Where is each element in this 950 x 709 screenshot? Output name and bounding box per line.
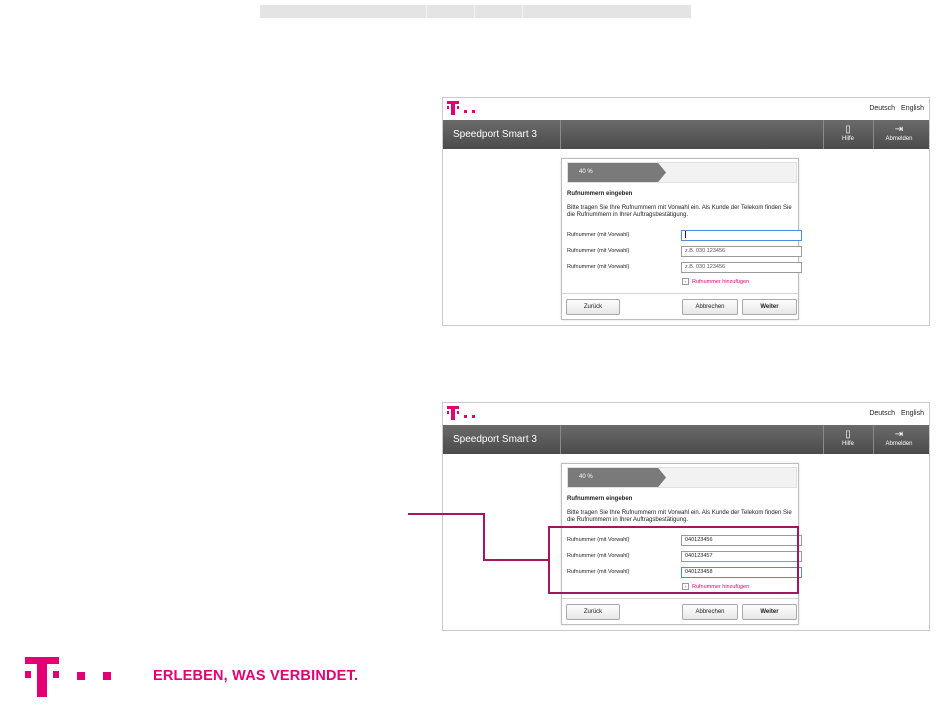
- highlight-box: [548, 526, 799, 594]
- dialog-title: Rufnummern eingeben: [567, 191, 633, 197]
- progress-bar: 40 %: [567, 467, 797, 488]
- logout-label: Abmelden: [885, 441, 913, 447]
- callout-line: [408, 513, 485, 515]
- phone-row: Rufnummer (mit Vorwahl) z.B. 030 123456: [567, 262, 802, 273]
- app-title: Speedport Smart 3: [453, 434, 537, 445]
- phone-input-3[interactable]: z.B. 030 123456: [681, 262, 802, 273]
- add-phone-number-link[interactable]: + Rufnummer hinzufügen: [682, 278, 749, 285]
- callout-line: [483, 559, 549, 561]
- progress-label: 40 %: [579, 169, 593, 175]
- telekom-brand-logo: [25, 657, 111, 697]
- progress-bar: 40 %: [567, 162, 797, 183]
- phone-input-1[interactable]: [681, 230, 802, 241]
- dialog-title: Rufnummern eingeben: [567, 496, 633, 502]
- next-button[interactable]: Weiter: [742, 299, 797, 315]
- logout-button[interactable]: ⇥ Abmelden: [875, 124, 923, 142]
- logout-button[interactable]: ⇥ Abmelden: [875, 429, 923, 447]
- plus-icon: +: [682, 278, 689, 285]
- language-switch: Deutsch English: [863, 105, 924, 112]
- phone-number-dialog: 40 % Rufnummern eingeben Bitte tragen Si…: [561, 158, 802, 320]
- add-link-label: Rufnummer hinzufügen: [692, 278, 750, 285]
- phone-row: Rufnummer (mit Vorwahl) z.B. 030 123456: [567, 246, 802, 257]
- lang-deutsch-link[interactable]: Deutsch: [869, 105, 895, 112]
- help-button[interactable]: ▯ Hilfe: [824, 429, 872, 447]
- lang-english-link[interactable]: English: [901, 410, 924, 417]
- title-bar: Speedport Smart 3 ▯ Hilfe ⇥ Abmelden: [443, 425, 929, 454]
- phone-label: Rufnummer (mit Vorwahl): [567, 264, 630, 270]
- next-button[interactable]: Weiter: [742, 604, 797, 620]
- back-button[interactable]: Zurück: [566, 604, 620, 620]
- help-button[interactable]: ▯ Hilfe: [824, 124, 872, 142]
- progress-label: 40 %: [579, 474, 593, 480]
- back-button[interactable]: Zurück: [566, 299, 620, 315]
- logout-arrow-icon: ⇥: [894, 124, 904, 135]
- top-header: Deutsch English: [443, 403, 929, 425]
- language-switch: Deutsch English: [863, 410, 924, 417]
- top-header: Deutsch English: [443, 98, 929, 120]
- telekom-logo: [447, 101, 475, 115]
- cancel-button[interactable]: Abbrechen: [682, 299, 738, 315]
- phone-row: Rufnummer (mit Vorwahl): [567, 230, 802, 241]
- top-strip: [260, 5, 691, 18]
- logout-arrow-icon: ⇥: [894, 429, 904, 440]
- telekom-logo: [447, 406, 475, 420]
- phone-label: Rufnummer (mit Vorwahl): [567, 232, 630, 238]
- dialog-description: Bitte tragen Sie Ihre Rufnummern mit Vor…: [567, 510, 792, 523]
- phone-input-2[interactable]: z.B. 030 123456: [681, 246, 802, 257]
- dialog-description: Bitte tragen Sie Ihre Rufnummern mit Vor…: [567, 205, 792, 218]
- lang-english-link[interactable]: English: [901, 105, 924, 112]
- logout-label: Abmelden: [885, 136, 913, 142]
- help-book-icon: ▯: [845, 429, 851, 440]
- brand-slogan: ERLEBEN, WAS VERBINDET.: [153, 668, 359, 684]
- cancel-button[interactable]: Abbrechen: [682, 604, 738, 620]
- callout-line: [483, 513, 485, 561]
- speedport-screenshot-2: Deutsch English Speedport Smart 3 ▯ Hilfe…: [442, 402, 930, 631]
- title-bar: Speedport Smart 3 ▯ Hilfe ⇥ Abmelden: [443, 120, 929, 149]
- lang-deutsch-link[interactable]: Deutsch: [869, 410, 895, 417]
- phone-label: Rufnummer (mit Vorwahl): [567, 248, 630, 254]
- app-title: Speedport Smart 3: [453, 129, 537, 140]
- help-label: Hilfe: [841, 441, 854, 447]
- speedport-screenshot-1: Deutsch English Speedport Smart 3 ▯ Hilfe…: [442, 97, 930, 326]
- help-label: Hilfe: [841, 136, 854, 142]
- help-book-icon: ▯: [845, 124, 851, 135]
